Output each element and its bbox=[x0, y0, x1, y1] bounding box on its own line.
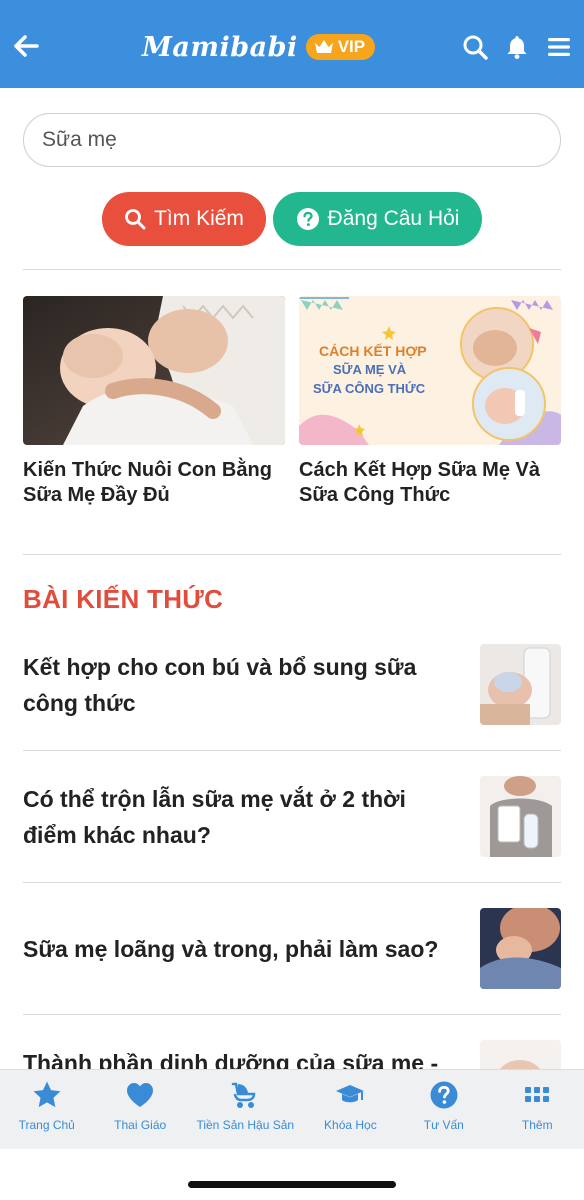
divider bbox=[23, 554, 561, 555]
article-item[interactable]: Kết hợp cho con bú và bổ sung sữa công t… bbox=[23, 644, 561, 726]
article-item[interactable]: Sữa mẹ loãng và trong, phải làm sao? bbox=[23, 908, 561, 990]
graduation-cap-icon bbox=[335, 1080, 365, 1110]
nav-item-home[interactable]: Trang Chủ bbox=[0, 1070, 93, 1149]
featured-card-title: Kiến Thức Nuôi Con Bằng Sữa Mẹ Đầy Đủ bbox=[23, 459, 272, 506]
article-title: Kết hợp cho con bú và bổ sung sữa công t… bbox=[23, 654, 417, 716]
ask-question-label: Đăng Câu Hỏi bbox=[327, 207, 460, 230]
top-actions bbox=[462, 34, 572, 60]
ask-question-button[interactable]: Đăng Câu Hỏi bbox=[273, 192, 482, 246]
crown-icon bbox=[314, 40, 333, 53]
question-icon bbox=[429, 1080, 459, 1110]
divider bbox=[23, 882, 561, 883]
featured-card[interactable]: CÁCH KẾT HỢP SỮA MẸ VÀ SỮA CÔNG THỨC Các… bbox=[299, 296, 561, 508]
banner-text-line2: SỮA MẸ VÀ bbox=[333, 362, 407, 377]
article-title: Sữa mẹ loãng và trong, phải làm sao? bbox=[23, 936, 439, 962]
banner-text-line1: CÁCH KẾT HỢP bbox=[319, 343, 427, 359]
nav-item-them[interactable]: Thêm bbox=[491, 1070, 584, 1149]
nav-label: Thêm bbox=[521, 1118, 553, 1132]
search-icon bbox=[125, 209, 146, 230]
vip-badge[interactable]: VIP bbox=[305, 34, 376, 60]
heart-icon bbox=[125, 1080, 155, 1110]
nav-item-khoa-hoc[interactable]: Khóa Học bbox=[304, 1070, 397, 1149]
search-icon[interactable] bbox=[462, 34, 488, 60]
featured-card[interactable]: Kiến Thức Nuôi Con Bằng Sữa Mẹ Đầy Đủ bbox=[23, 296, 285, 508]
nav-item-tien-san-hau-san[interactable]: Tiền Sản Hậu Sản bbox=[187, 1070, 304, 1149]
top-bar: Mamibabi VIP bbox=[0, 0, 584, 88]
vip-label: VIP bbox=[337, 37, 366, 56]
star-icon bbox=[32, 1080, 62, 1110]
article-title: Có thể trộn lẫn sữa mẹ vắt ở 2 thời điểm… bbox=[23, 786, 406, 848]
banner-text-line3: SỮA CÔNG THỨC bbox=[313, 381, 426, 396]
back-arrow-icon[interactable] bbox=[10, 30, 42, 62]
nav-label: Thai Giáo bbox=[114, 1118, 167, 1132]
featured-image-combine-milk: CÁCH KẾT HỢP SỮA MẸ VÀ SỮA CÔNG THỨC bbox=[299, 296, 561, 445]
nav-item-thai-giao[interactable]: Thai Giáo bbox=[93, 1070, 186, 1149]
search-button[interactable]: Tìm Kiếm bbox=[102, 192, 266, 246]
menu-icon[interactable] bbox=[546, 34, 572, 60]
featured-card-title: Cách Kết Hợp Sữa Mẹ Và Sữa Công Thức bbox=[299, 459, 540, 506]
question-circle-icon bbox=[296, 208, 319, 230]
home-indicator[interactable] bbox=[188, 1181, 396, 1188]
featured-image-breastfeeding bbox=[23, 296, 285, 445]
nav-label: Tư Vấn bbox=[423, 1118, 464, 1132]
nav-item-tu-van[interactable]: Tư Vấn bbox=[397, 1070, 490, 1149]
divider bbox=[23, 750, 561, 751]
article-thumbnail bbox=[480, 776, 561, 857]
divider bbox=[23, 1014, 561, 1015]
divider bbox=[23, 269, 561, 270]
search-input[interactable] bbox=[23, 113, 561, 167]
article-thumbnail bbox=[480, 908, 561, 989]
bottom-nav: Trang Chủ Thai Giáo Tiền Sản Hậu Sản Khó… bbox=[0, 1069, 584, 1149]
nav-label: Khóa Học bbox=[324, 1118, 377, 1132]
brand-logo: Mamibabi bbox=[142, 31, 298, 63]
article-thumbnail bbox=[480, 644, 561, 725]
section-title: BÀI KIẾN THỨC bbox=[23, 584, 224, 614]
bell-icon[interactable] bbox=[504, 34, 530, 60]
grid-icon bbox=[522, 1080, 552, 1110]
article-item[interactable]: Có thể trộn lẫn sữa mẹ vắt ở 2 thời điểm… bbox=[23, 776, 561, 858]
nav-label: Tiền Sản Hậu Sản bbox=[196, 1118, 295, 1132]
stroller-icon bbox=[230, 1080, 260, 1110]
brand[interactable]: Mamibabi VIP bbox=[142, 30, 376, 64]
nav-label: Trang Chủ bbox=[18, 1118, 75, 1132]
search-button-label: Tìm Kiếm bbox=[154, 207, 244, 230]
